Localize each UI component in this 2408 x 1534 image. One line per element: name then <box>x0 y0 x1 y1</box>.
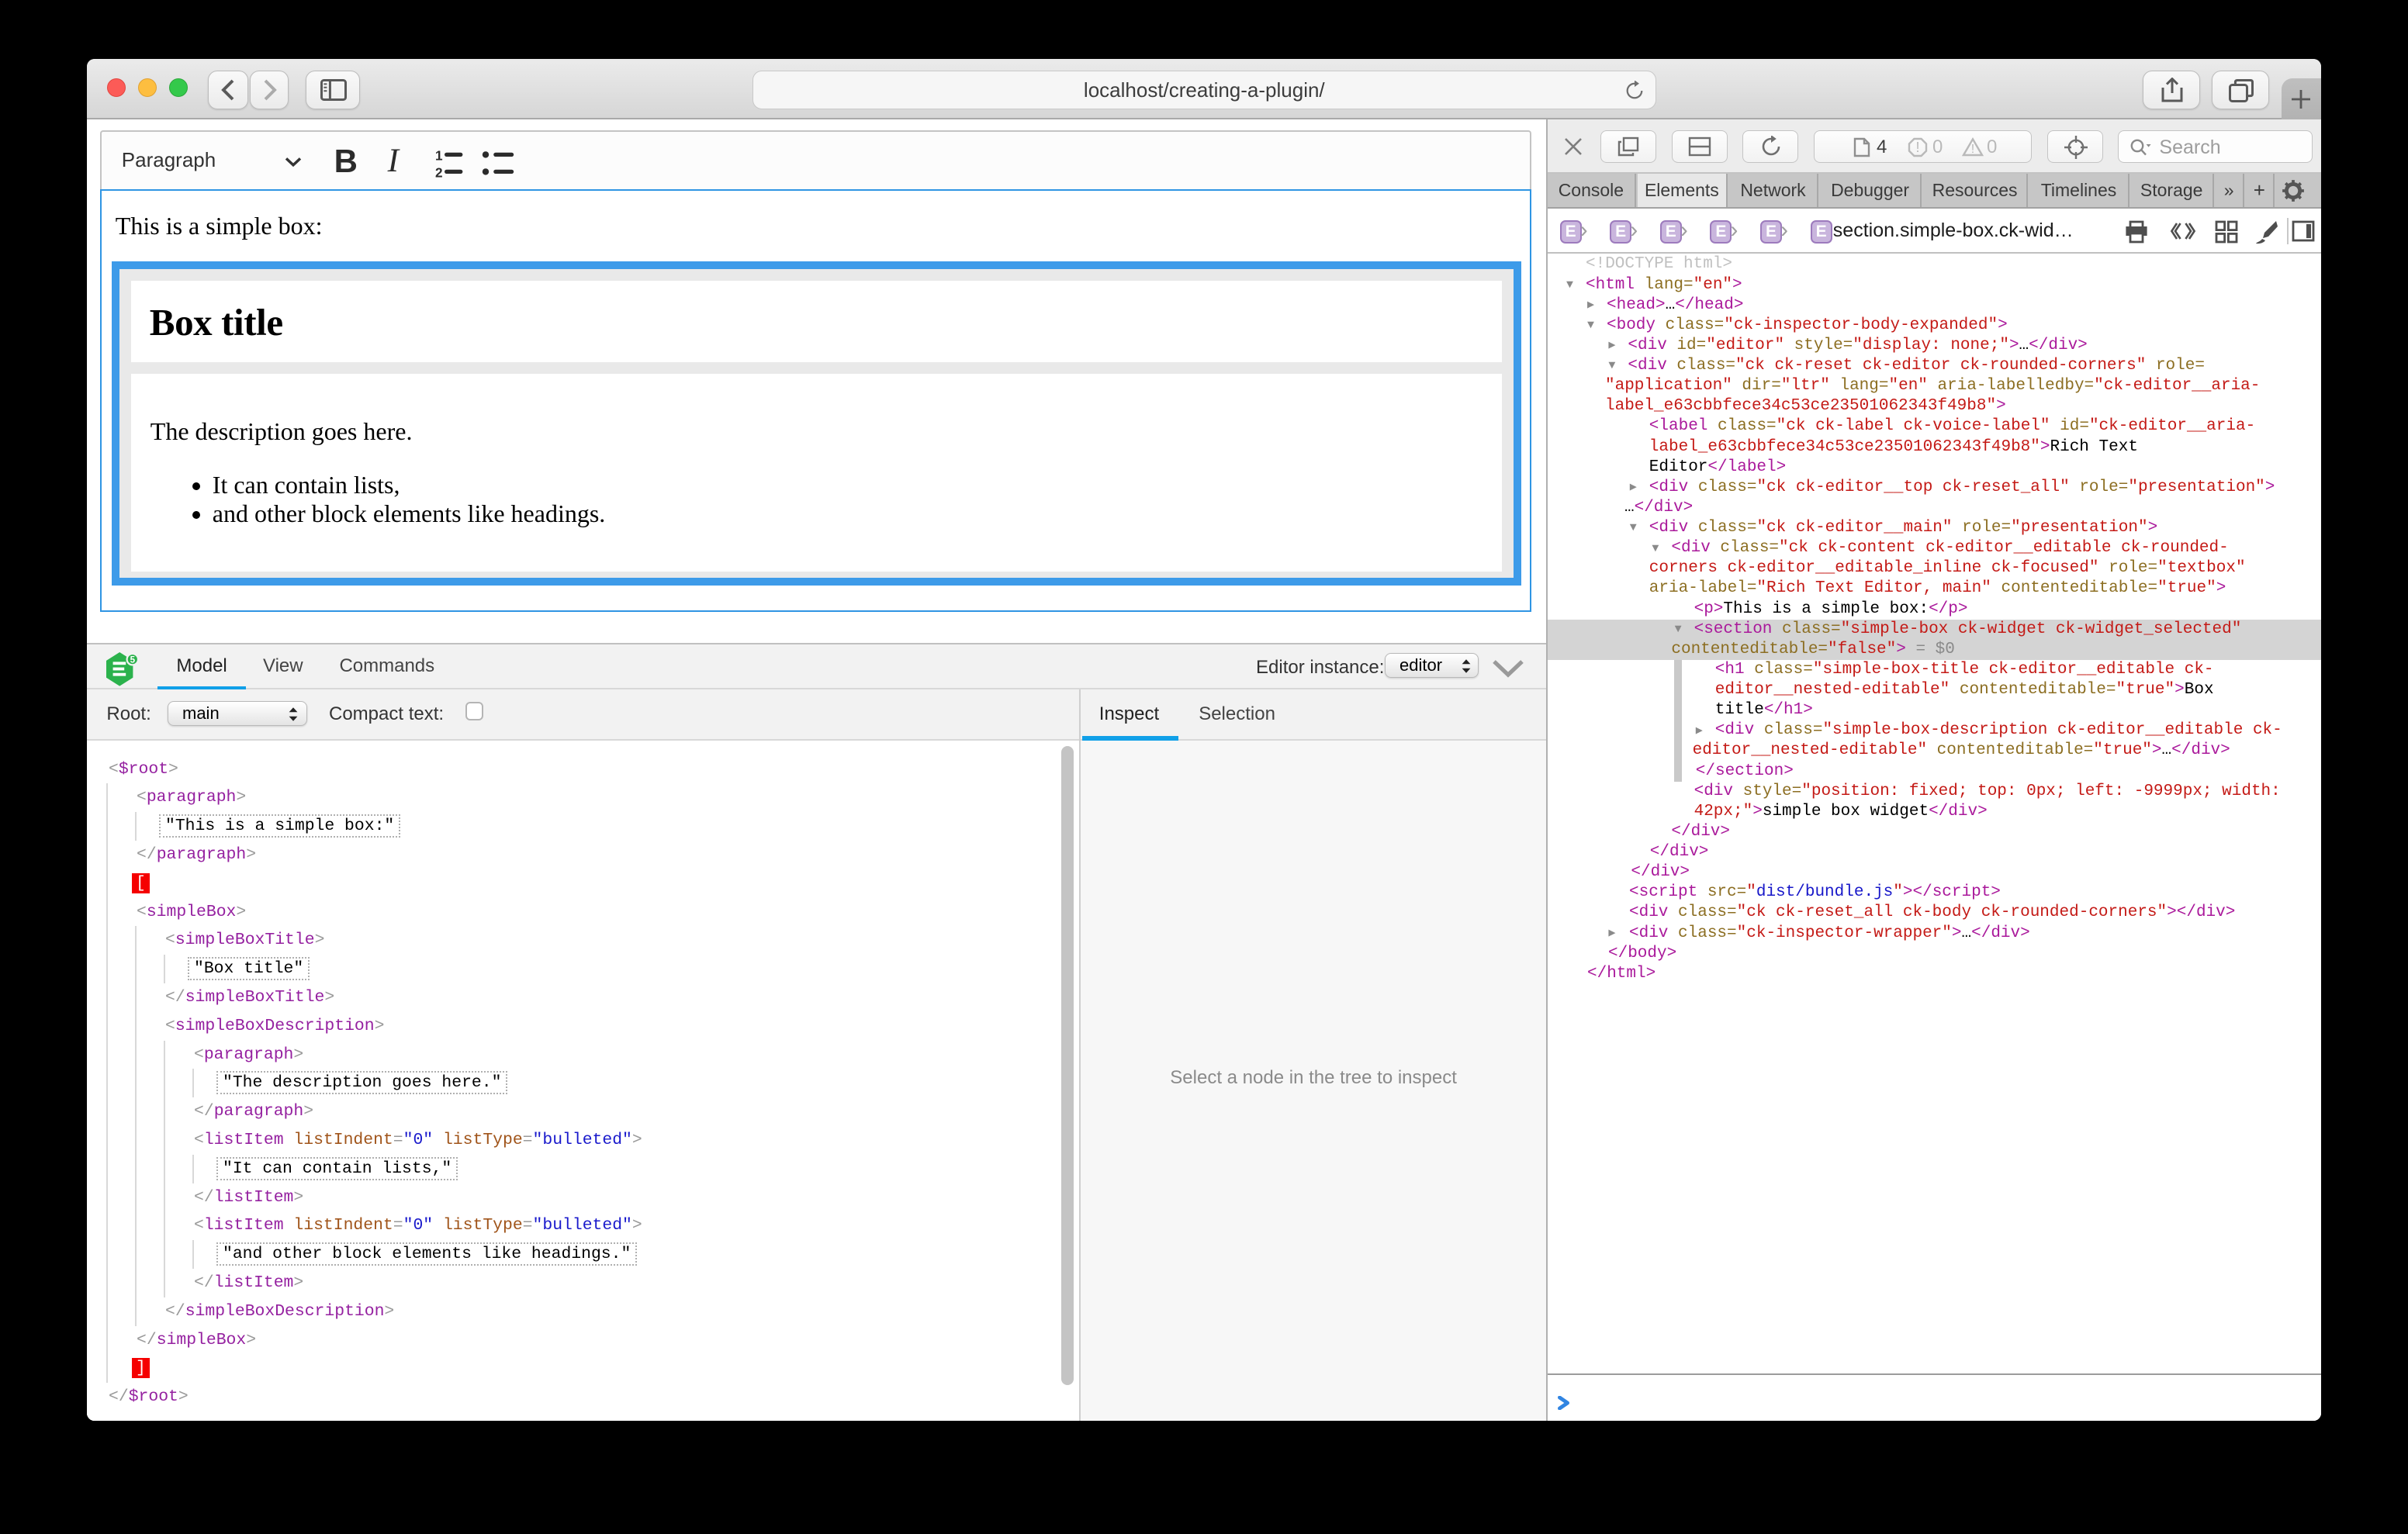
svg-text:2: 2 <box>435 165 443 180</box>
svg-text:!: ! <box>1971 143 1974 156</box>
svg-text:5: 5 <box>130 655 135 665</box>
svg-text:1: 1 <box>435 149 443 164</box>
svg-text:!: ! <box>1915 140 1919 155</box>
